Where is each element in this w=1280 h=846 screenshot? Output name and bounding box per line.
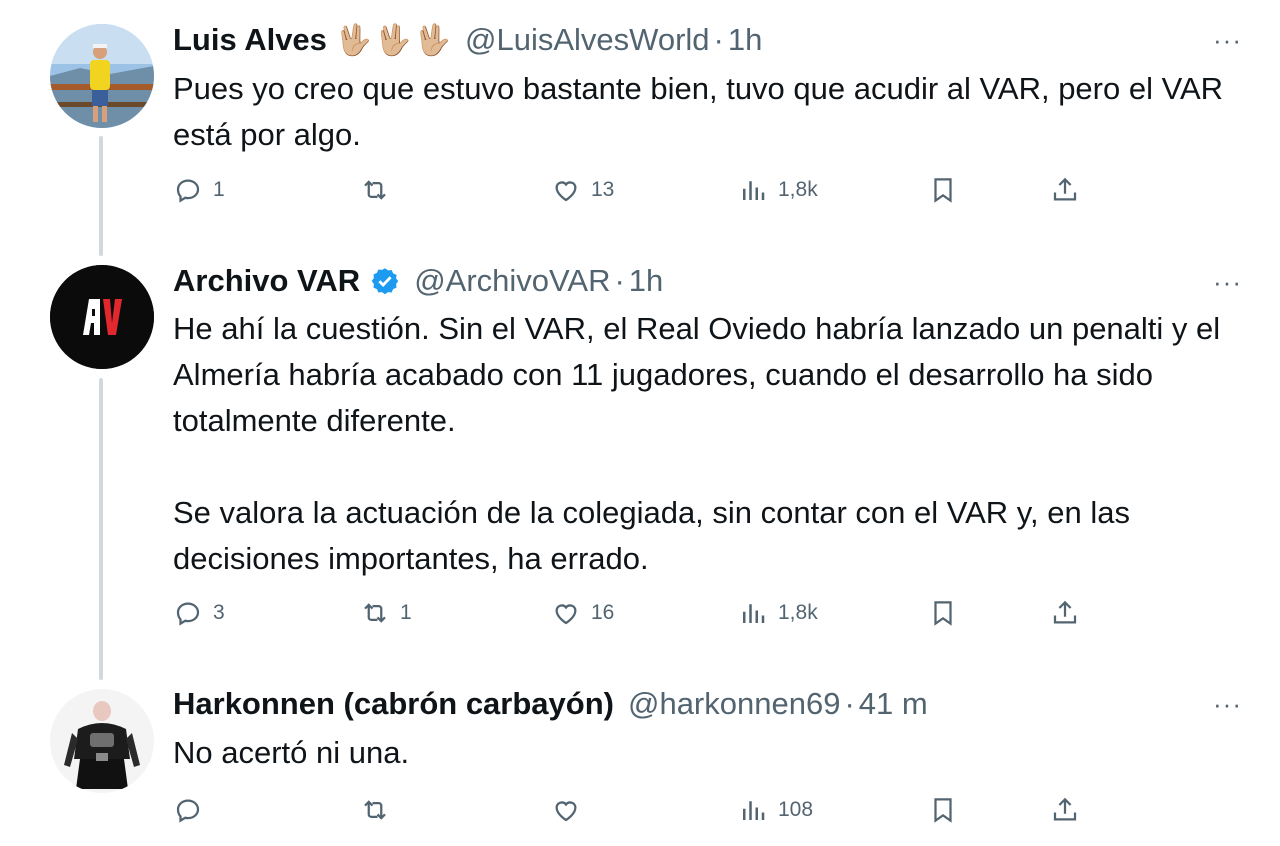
views-count: 108	[778, 798, 814, 821]
like-count: 13	[591, 178, 615, 201]
share-button[interactable]	[1050, 170, 1080, 210]
separator-dot: ·	[614, 263, 625, 298]
like-button[interactable]: 13	[551, 170, 614, 210]
retweet-button[interactable]	[360, 790, 400, 830]
like-button[interactable]: 16	[551, 593, 614, 633]
separator-dot: ·	[713, 22, 724, 57]
vulcan-salute-emoji: 🖖🏼	[413, 23, 451, 57]
share-icon	[1053, 177, 1077, 201]
views-icon	[743, 801, 765, 820]
retweet-button[interactable]	[360, 170, 400, 210]
like-button[interactable]	[551, 790, 591, 830]
reply-icon	[176, 602, 200, 626]
tweet-text: He ahí la cuestión. Sin el VAR, el Real …	[173, 306, 1253, 582]
tweet-text: Pues yo creo que estuvo bastante bien, t…	[173, 66, 1253, 158]
views-count: 1,8k	[778, 178, 818, 201]
action-bar: 1 13 1,8k	[0, 170, 1280, 210]
reply-icon	[176, 179, 200, 203]
tweet[interactable]: Luis Alves 🖖🏼 🖖🏼 🖖🏼 @LuisAlvesWorld · 1h…	[0, 0, 1280, 240]
views-icon	[743, 181, 765, 200]
tweet-paragraph: No acertó ni una.	[173, 735, 410, 770]
more-options-icon[interactable]: ···	[1213, 691, 1242, 717]
tweet-header: Harkonnen (cabrón carbayón) @harkonnen69…	[173, 684, 928, 724]
bookmark-icon	[934, 798, 952, 823]
archivo-var-logo	[50, 265, 154, 369]
share-button[interactable]	[1050, 790, 1080, 830]
action-bar: 3 1 16 1,8k	[0, 593, 1280, 633]
reply-count: 1	[213, 178, 225, 201]
reply-button[interactable]	[173, 790, 213, 830]
like-icon	[555, 181, 577, 202]
bookmark-button[interactable]	[928, 170, 958, 210]
retweet-icon	[364, 800, 386, 820]
reply-button[interactable]: 1	[173, 170, 225, 210]
like-count: 16	[591, 601, 615, 624]
like-icon	[555, 801, 577, 822]
bookmark-button[interactable]	[928, 593, 958, 633]
timestamp[interactable]: 1h	[728, 22, 762, 58]
avatar-photo	[50, 689, 154, 793]
share-icon	[1053, 797, 1077, 821]
vulcan-salute-emoji: 🖖🏼	[374, 23, 412, 57]
author-handle[interactable]: @ArchivoVAR	[414, 263, 610, 299]
views-icon	[743, 604, 765, 623]
share-icon	[1053, 600, 1077, 624]
retweet-button[interactable]: 1	[360, 593, 412, 633]
retweet-icon	[364, 180, 386, 200]
tweet[interactable]: Archivo VAR @ArchivoVAR · 1h ··· He ahí …	[0, 240, 1280, 670]
author-name[interactable]: Archivo VAR	[173, 263, 360, 299]
tweet-text: No acertó ni una.	[173, 730, 1253, 776]
tweet-paragraph: He ahí la cuestión. Sin el VAR, el Real …	[173, 311, 1221, 438]
bookmark-icon	[934, 601, 952, 626]
tweet-paragraph: Pues yo creo que estuvo bastante bien, t…	[173, 71, 1224, 152]
avatar[interactable]	[50, 265, 154, 369]
avatar[interactable]	[50, 689, 154, 793]
retweet-icon	[364, 603, 386, 623]
author-handle[interactable]: @LuisAlvesWorld	[465, 22, 710, 58]
views-button[interactable]: 1,8k	[738, 593, 818, 633]
like-icon	[555, 604, 577, 625]
author-name[interactable]: Luis Alves	[173, 22, 327, 58]
tweet-header: Archivo VAR @ArchivoVAR · 1h	[173, 261, 663, 301]
reply-count: 3	[213, 601, 225, 624]
vulcan-salute-emoji: 🖖🏼	[334, 23, 373, 57]
more-options-icon[interactable]: ···	[1213, 27, 1242, 53]
reply-button[interactable]: 3	[173, 593, 225, 633]
views-button[interactable]: 108	[738, 790, 813, 830]
share-button[interactable]	[1050, 593, 1080, 633]
tweet-header: Luis Alves 🖖🏼 🖖🏼 🖖🏼 @LuisAlvesWorld · 1h	[173, 20, 762, 60]
separator-dot: ·	[844, 686, 855, 721]
retweet-count: 1	[400, 601, 412, 624]
timestamp[interactable]: 41 m	[859, 686, 928, 722]
verified-badge-icon	[370, 266, 400, 296]
bookmark-icon	[934, 178, 952, 203]
avatar-photo	[50, 24, 154, 128]
reply-icon	[176, 799, 200, 823]
bookmark-button[interactable]	[928, 790, 958, 830]
views-button[interactable]: 1,8k	[738, 170, 818, 210]
author-handle[interactable]: @harkonnen69	[628, 686, 840, 722]
more-options-icon[interactable]: ···	[1213, 269, 1242, 295]
author-name[interactable]: Harkonnen (cabrón carbayón)	[173, 686, 614, 722]
views-count: 1,8k	[778, 601, 818, 624]
tweet[interactable]: Harkonnen (cabrón carbayón) @harkonnen69…	[0, 670, 1280, 846]
name-emoji: 🖖🏼 🖖🏼 🖖🏼	[335, 23, 451, 58]
tweet-paragraph: Se valora la actuación de la colegiada, …	[173, 495, 1130, 576]
action-bar: 108	[0, 790, 1280, 830]
timestamp[interactable]: 1h	[629, 263, 663, 299]
avatar[interactable]	[50, 24, 154, 128]
